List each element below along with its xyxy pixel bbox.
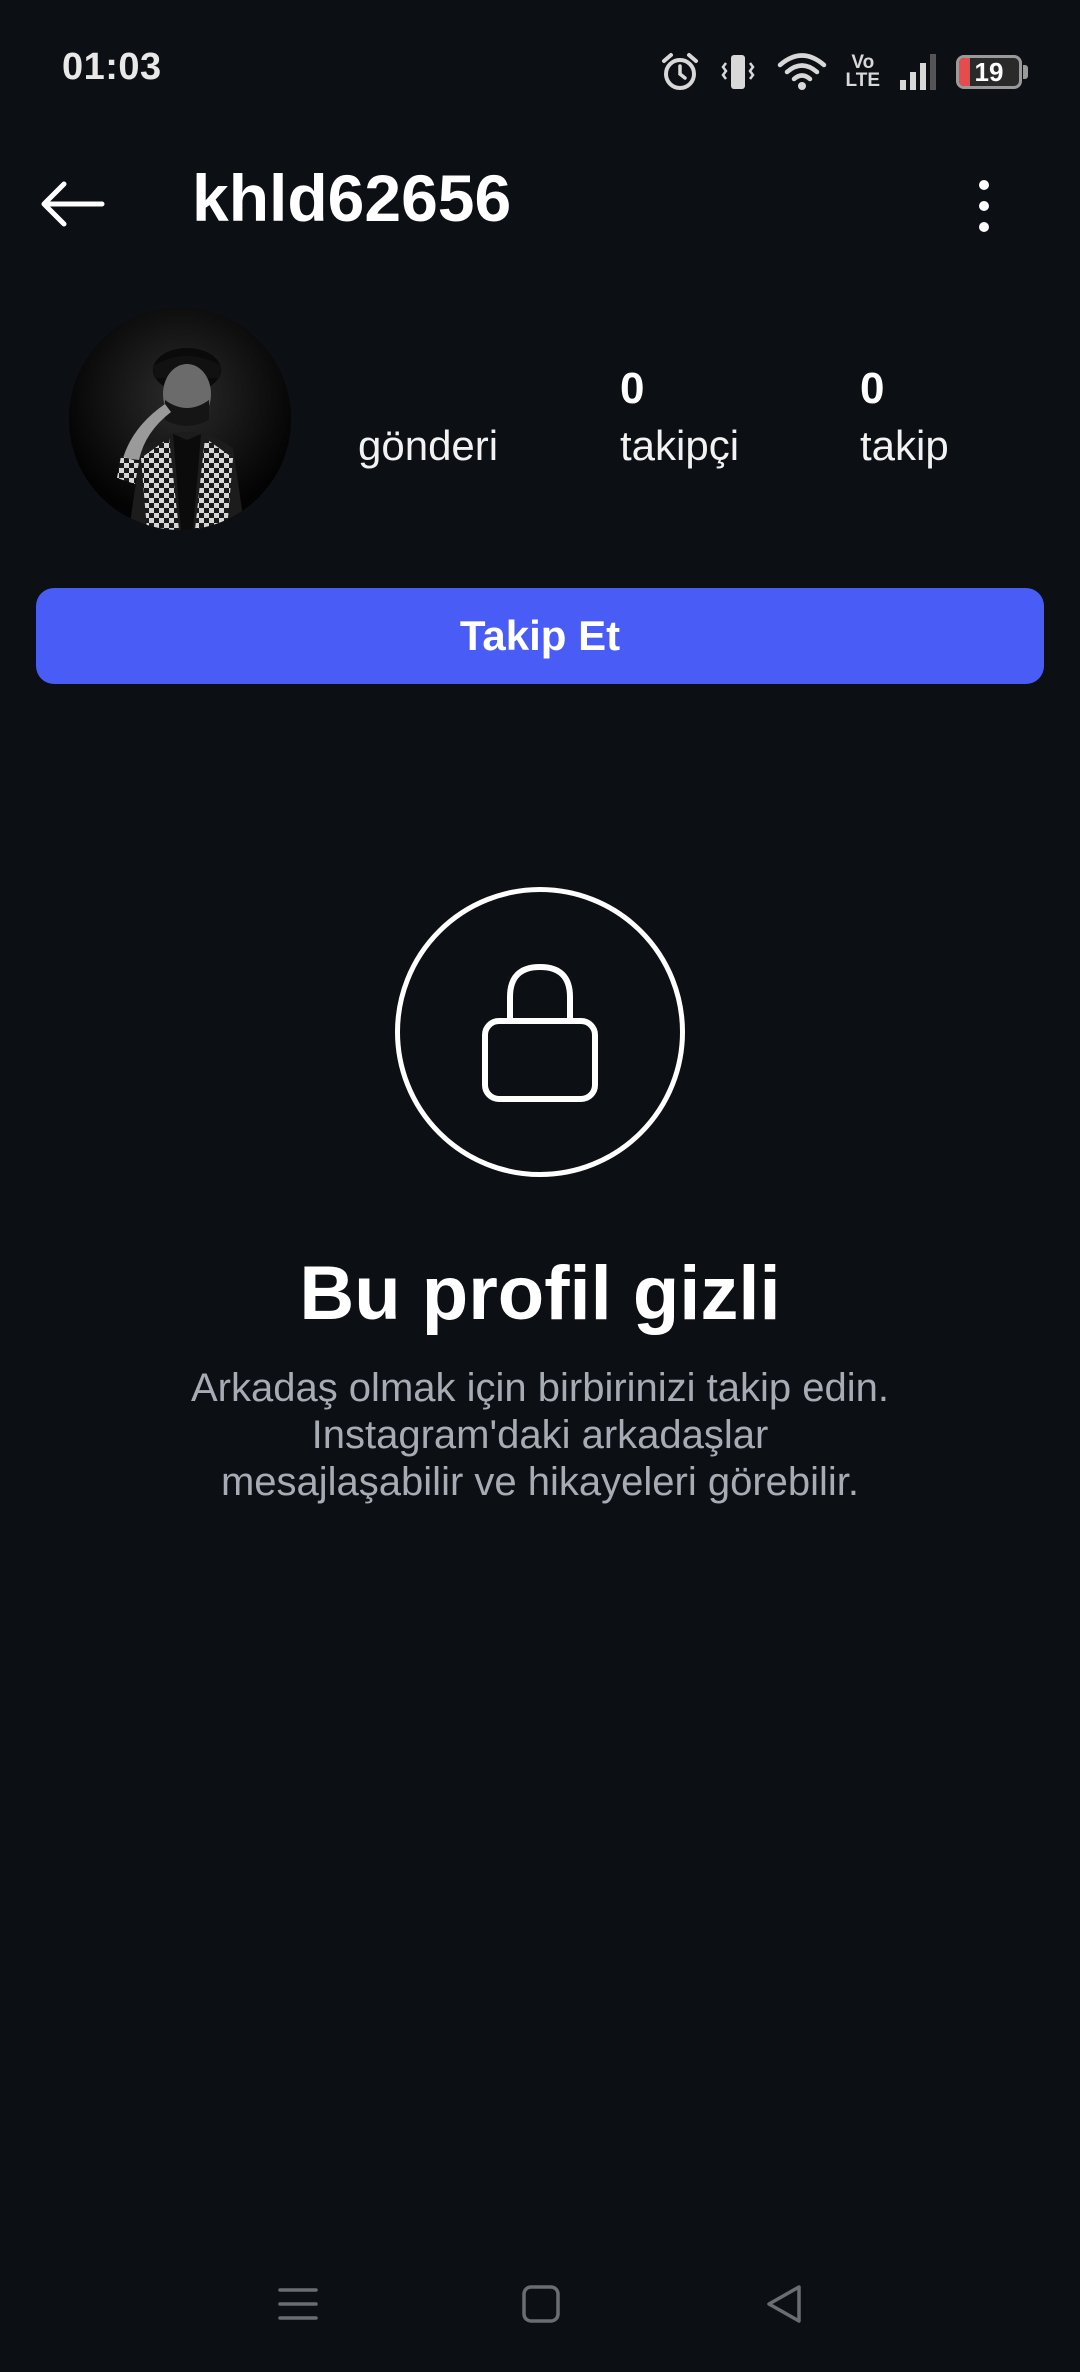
stat-following[interactable]: 0 takip (860, 364, 949, 470)
vibrate-icon (718, 51, 758, 93)
home-square-icon (521, 2284, 561, 2329)
stat-posts[interactable]: gönderi (358, 364, 498, 470)
menu-icon (277, 2286, 319, 2327)
signal-icon (898, 52, 938, 92)
private-profile-title: Bu profil gizli (299, 1251, 781, 1336)
stat-followers-value: 0 (620, 364, 645, 413)
status-time: 01:03 (62, 46, 162, 88)
private-lock-badge (395, 887, 685, 1177)
back-button[interactable] (36, 170, 108, 242)
private-profile-description: Arkadaş olmak için birbirinizi takip edi… (190, 1366, 890, 1504)
alarm-icon (660, 51, 700, 93)
battery-icon: 19 (956, 55, 1028, 89)
nav-back-button[interactable] (744, 2270, 824, 2342)
stat-posts-label: gönderi (358, 422, 499, 469)
battery-level: 19 (974, 56, 1004, 87)
arrow-left-icon (38, 180, 106, 233)
lock-icon (480, 955, 600, 1110)
stat-followers-label: takipçi (620, 422, 740, 469)
stat-followers[interactable]: 0 takipçi (620, 364, 739, 470)
nav-menu-button[interactable] (258, 2270, 338, 2342)
stat-following-label: takip (860, 422, 949, 469)
stat-posts-value (358, 364, 498, 418)
back-triangle-icon (764, 2283, 804, 2330)
avatar-image (69, 308, 291, 530)
stat-following-value: 0 (860, 364, 885, 413)
follow-button[interactable]: Takip Et (36, 588, 1044, 684)
volte-icon: Vo LTE (845, 52, 880, 91)
status-icons: Vo LTE 19 (660, 46, 1028, 98)
more-options-button[interactable] (948, 170, 1020, 242)
system-nav-bar (0, 2270, 1080, 2342)
nav-home-button[interactable] (501, 2270, 581, 2342)
more-vertical-icon (979, 180, 989, 190)
profile-avatar[interactable] (69, 308, 291, 530)
wifi-icon (776, 52, 828, 92)
profile-username: khld62656 (192, 161, 512, 235)
